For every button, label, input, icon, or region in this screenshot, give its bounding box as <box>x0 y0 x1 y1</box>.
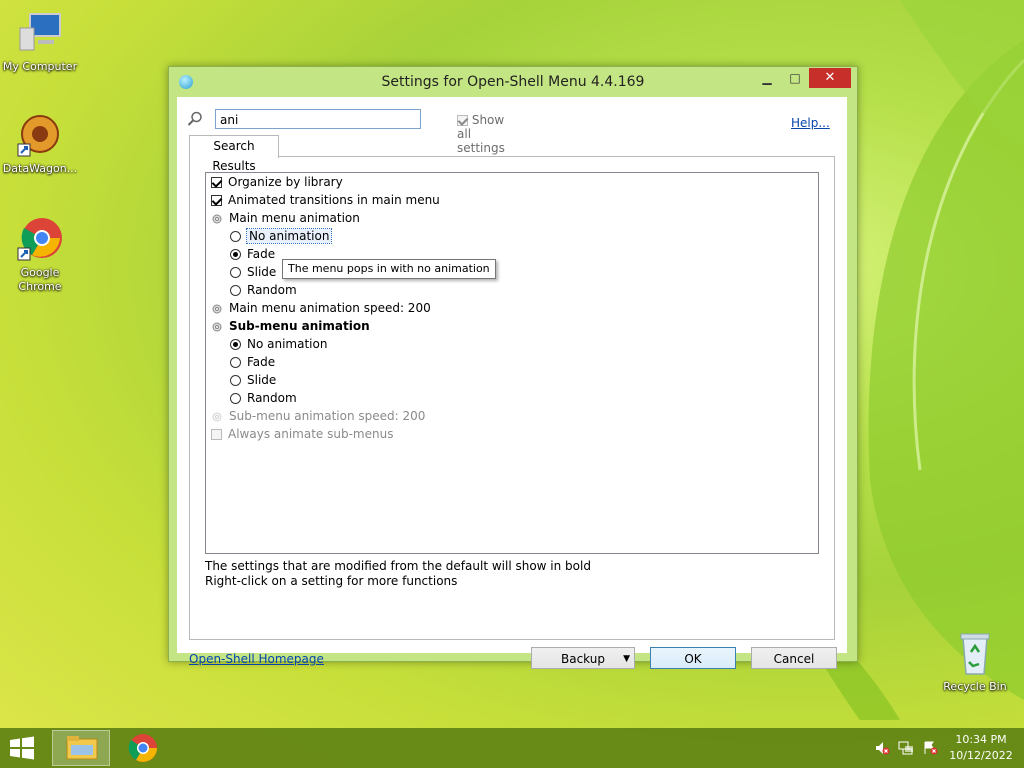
tooltip: The menu pops in with no animation <box>282 259 496 279</box>
tree-item-label: Main menu animation <box>229 211 360 225</box>
tree-item-sub-menu-animation[interactable]: Sub-menu animation <box>211 317 370 335</box>
start-button[interactable] <box>8 736 36 760</box>
title-bar[interactable]: Settings for Open-Shell Menu 4.4.169 ▁ □… <box>169 67 857 97</box>
taskbar: 10:34 PM 10/12/2022 <box>0 728 1024 768</box>
checkbox[interactable] <box>211 177 222 188</box>
close-button[interactable]: ✕ <box>809 68 851 88</box>
action-center-icon[interactable] <box>922 740 938 756</box>
tree-item-main-no-animation[interactable]: No animation <box>230 227 333 245</box>
computer-icon <box>16 10 64 58</box>
datawagon-icon <box>16 112 64 160</box>
gear-icon <box>212 214 222 223</box>
tree-item-sub-no-animation[interactable]: No animation <box>230 335 327 353</box>
dropdown-arrow-icon: ▼ <box>623 654 630 664</box>
settings-window: Settings for Open-Shell Menu 4.4.169 ▁ □… <box>168 66 858 669</box>
tree-item-main-fade[interactable]: Fade <box>230 245 275 263</box>
chrome-icon <box>16 216 64 264</box>
tab-panel: Organize by library Animated transitions… <box>189 156 835 640</box>
tree-item-label: Fade <box>247 247 276 261</box>
taskbar-file-explorer[interactable] <box>52 730 110 766</box>
maximize-button[interactable]: □ <box>781 68 809 88</box>
note-modified-bold: The settings that are modified from the … <box>205 559 591 573</box>
checkbox[interactable] <box>211 429 222 440</box>
radio-button[interactable] <box>230 267 241 278</box>
desktop-icon-my-computer[interactable]: My Computer <box>0 10 80 74</box>
tree-item-main-slide[interactable]: Slide <box>230 263 276 281</box>
tree-item-main-random[interactable]: Random <box>230 281 297 299</box>
radio-button[interactable] <box>230 285 241 296</box>
desktop-icon-label: DataWagon... <box>2 162 78 175</box>
settings-client-area: ani Show all settings Help... Search Res… <box>177 97 847 669</box>
open-shell-homepage-link[interactable]: Open-Shell Homepage <box>189 652 324 666</box>
radio-button[interactable] <box>230 339 241 350</box>
help-link[interactable]: Help... <box>791 116 830 130</box>
backup-label: Backup <box>561 652 605 666</box>
folder-icon <box>66 736 98 760</box>
minimize-button[interactable]: ▁ <box>753 68 781 88</box>
show-all-settings-checkbox[interactable]: Show all settings <box>457 113 505 155</box>
taskbar-chrome[interactable] <box>114 730 172 766</box>
tree-item-sub-slide[interactable]: Slide <box>230 371 276 389</box>
search-icon <box>187 111 202 126</box>
note-right-click: Right-click on a setting for more functi… <box>205 574 458 588</box>
ok-button[interactable]: OK <box>650 647 736 669</box>
search-input[interactable]: ani <box>215 109 421 129</box>
recycle-bin-icon <box>951 630 999 678</box>
taskbar-clock[interactable]: 10:34 PM 10/12/2022 <box>942 732 1020 764</box>
tree-item-animated-transitions[interactable]: Animated transitions in main menu <box>211 191 440 209</box>
network-icon[interactable] <box>898 740 914 756</box>
tree-item-label: Sub-menu animation speed: 200 <box>229 409 426 423</box>
tree-item-label: Always animate sub-menus <box>228 427 394 441</box>
tree-item-sub-random[interactable]: Random <box>230 389 297 407</box>
tree-item-label: Fade <box>247 355 276 369</box>
desktop-icon-datawagon[interactable]: DataWagon... <box>0 112 80 176</box>
cancel-button[interactable]: Cancel <box>751 647 837 669</box>
tree-item-label: No animation <box>245 228 333 244</box>
gear-icon <box>212 304 222 313</box>
desktop-icon-recycle-bin[interactable]: Recycle Bin <box>935 630 1015 694</box>
tree-item-always-animate[interactable]: Always animate sub-menus <box>211 425 393 443</box>
desktop-icon-label: Google Chrome <box>18 266 62 293</box>
radio-button[interactable] <box>230 357 241 368</box>
settings-tree[interactable]: Organize by library Animated transitions… <box>205 172 819 554</box>
tree-item-label: Animated transitions in main menu <box>228 193 440 207</box>
tree-item-main-menu-speed[interactable]: Main menu animation speed: 200 <box>211 299 431 317</box>
clock-time: 10:34 PM <box>955 733 1007 746</box>
tab-search-results[interactable]: Search Results <box>189 135 279 173</box>
tree-item-label: No animation <box>247 337 328 351</box>
radio-button[interactable] <box>230 393 241 404</box>
tree-item-sub-menu-speed[interactable]: Sub-menu animation speed: 200 <box>211 407 425 425</box>
gear-icon <box>212 412 222 421</box>
desktop-icon-label: My Computer <box>2 60 78 73</box>
tree-item-label: Slide <box>247 373 277 387</box>
tree-item-sub-fade[interactable]: Fade <box>230 353 275 371</box>
tree-item-label: Main menu animation speed: 200 <box>229 301 431 315</box>
gear-icon <box>212 322 222 331</box>
tree-item-main-menu-animation[interactable]: Main menu animation <box>211 209 360 227</box>
backup-button[interactable]: Backup ▼ <box>531 647 635 669</box>
chrome-icon <box>128 734 157 762</box>
tree-item-label: Random <box>247 283 297 297</box>
desktop-icon-label: Recycle Bin <box>943 680 1007 693</box>
radio-button[interactable] <box>230 231 241 242</box>
radio-button[interactable] <box>230 249 241 260</box>
tree-item-label: Slide <box>247 265 277 279</box>
tree-item-label: Organize by library <box>228 175 343 189</box>
desktop-icon-google-chrome[interactable]: Google Chrome <box>0 216 80 294</box>
tree-item-label: Sub-menu animation <box>229 319 370 333</box>
radio-button[interactable] <box>230 375 241 386</box>
tree-item-label: Random <box>247 391 297 405</box>
volume-muted-icon[interactable] <box>874 740 890 756</box>
show-all-checkbox-box[interactable] <box>457 115 468 126</box>
clock-date: 10/12/2022 <box>949 749 1013 762</box>
checkbox[interactable] <box>211 195 222 206</box>
